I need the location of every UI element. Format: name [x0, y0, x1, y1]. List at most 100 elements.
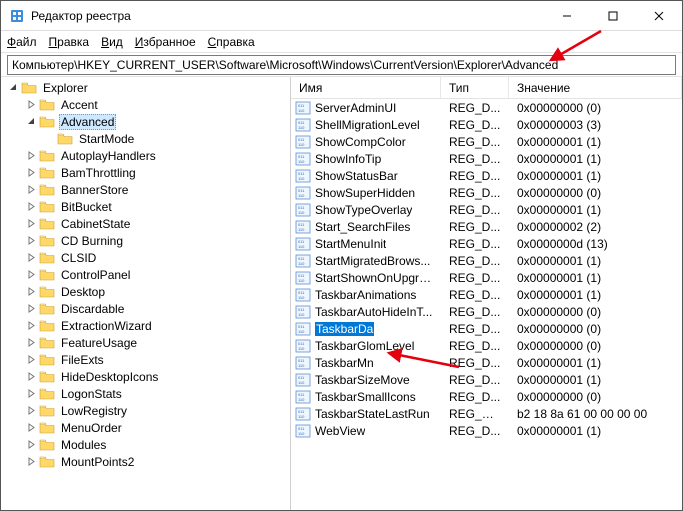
chevron-right-icon[interactable] — [26, 457, 36, 467]
tree-item[interactable]: Modules — [1, 436, 290, 453]
folder-icon — [39, 455, 55, 469]
minimize-button[interactable] — [544, 1, 590, 30]
menu-view[interactable]: Вид — [101, 35, 123, 49]
tree-item[interactable]: Explorer — [1, 79, 290, 96]
chevron-right-icon[interactable] — [26, 321, 36, 331]
tree-item[interactable]: ExtractionWizard — [1, 317, 290, 334]
chevron-right-icon[interactable] — [26, 372, 36, 382]
tree-item[interactable]: FeatureUsage — [1, 334, 290, 351]
value-type: REG_D... — [441, 390, 509, 404]
menu-favorites[interactable]: Избранное — [135, 35, 196, 49]
value-row[interactable]: 011110TaskbarSmallIconsREG_D...0x0000000… — [291, 388, 682, 405]
chevron-right-icon[interactable] — [44, 134, 54, 144]
tree-item[interactable]: Accent — [1, 96, 290, 113]
tree-item[interactable]: MountPoints2 — [1, 453, 290, 470]
chevron-right-icon[interactable] — [26, 406, 36, 416]
dword-icon: 011110 — [295, 118, 311, 132]
value-name: TaskbarAutoHideInT... — [315, 305, 432, 319]
value-row[interactable]: 011110TaskbarGlomLevelREG_D...0x00000000… — [291, 337, 682, 354]
value-row[interactable]: 011110StartShownOnUpgra...REG_D...0x0000… — [291, 269, 682, 286]
value-name: TaskbarDa — [315, 322, 374, 336]
value-row[interactable]: 011110TaskbarStateLastRunREG_BI...b2 18 … — [291, 405, 682, 422]
menu-help[interactable]: Справка — [208, 35, 255, 49]
column-value[interactable]: Значение — [509, 77, 682, 98]
tree-item[interactable]: MenuOrder — [1, 419, 290, 436]
value-row[interactable]: 011110ShellMigrationLevelREG_D...0x00000… — [291, 116, 682, 133]
value-row[interactable]: 011110ShowCompColorREG_D...0x00000001 (1… — [291, 133, 682, 150]
dword-icon: 011110 — [295, 152, 311, 166]
chevron-right-icon[interactable] — [26, 338, 36, 348]
chevron-right-icon[interactable] — [26, 219, 36, 229]
tree-item[interactable]: FileExts — [1, 351, 290, 368]
address-input[interactable] — [7, 55, 676, 75]
chevron-right-icon[interactable] — [26, 253, 36, 263]
value-row[interactable]: 011110TaskbarDaREG_D...0x00000000 (0) — [291, 320, 682, 337]
chevron-right-icon[interactable] — [26, 389, 36, 399]
list-panel[interactable]: Имя Тип Значение 011110ServerAdminUIREG_… — [291, 77, 682, 510]
maximize-button[interactable] — [590, 1, 636, 30]
value-row[interactable]: 011110ShowInfoTipREG_D...0x00000001 (1) — [291, 150, 682, 167]
folder-icon — [39, 370, 55, 384]
menu-file[interactable]: Файл — [7, 35, 37, 49]
tree-item-label: Advanced — [59, 114, 116, 130]
column-type[interactable]: Тип — [441, 77, 509, 98]
chevron-right-icon[interactable] — [26, 236, 36, 246]
tree-panel[interactable]: ExplorerAccentAdvancedStartModeAutoplayH… — [1, 77, 291, 510]
chevron-right-icon[interactable] — [26, 100, 36, 110]
value-name: StartMigratedBrows... — [315, 254, 430, 268]
tree-item[interactable]: Desktop — [1, 283, 290, 300]
dword-icon: 011110 — [295, 169, 311, 183]
value-row[interactable]: 011110StartMenuInitREG_D...0x0000000d (1… — [291, 235, 682, 252]
tree-item-label: MenuOrder — [59, 421, 124, 435]
value-row[interactable]: 011110StartMigratedBrows...REG_D...0x000… — [291, 252, 682, 269]
chevron-right-icon[interactable] — [26, 168, 36, 178]
close-button[interactable] — [636, 1, 682, 30]
tree-item[interactable]: LowRegistry — [1, 402, 290, 419]
svg-text:110: 110 — [298, 397, 305, 402]
value-row[interactable]: 011110TaskbarMnREG_D...0x00000001 (1) — [291, 354, 682, 371]
tree-item[interactable]: Advanced — [1, 113, 290, 130]
chevron-right-icon[interactable] — [26, 185, 36, 195]
value-row[interactable]: 011110WebViewREG_D...0x00000001 (1) — [291, 422, 682, 439]
chevron-right-icon[interactable] — [26, 440, 36, 450]
value-row[interactable]: 011110TaskbarAutoHideInT...REG_D...0x000… — [291, 303, 682, 320]
chevron-down-icon[interactable] — [8, 83, 18, 93]
tree-item[interactable]: AutoplayHandlers — [1, 147, 290, 164]
tree-item[interactable]: CLSID — [1, 249, 290, 266]
dword-icon: 011110 — [295, 390, 311, 404]
chevron-right-icon[interactable] — [26, 202, 36, 212]
value-row[interactable]: 011110ServerAdminUIREG_D...0x00000000 (0… — [291, 99, 682, 116]
value-row[interactable]: 011110Start_SearchFilesREG_D...0x0000000… — [291, 218, 682, 235]
tree-item[interactable]: BitBucket — [1, 198, 290, 215]
chevron-right-icon[interactable] — [26, 355, 36, 365]
value-row[interactable]: 011110ShowStatusBarREG_D...0x00000001 (1… — [291, 167, 682, 184]
chevron-down-icon[interactable] — [26, 117, 36, 127]
tree-item[interactable]: Discardable — [1, 300, 290, 317]
svg-text:110: 110 — [298, 227, 305, 232]
chevron-right-icon[interactable] — [26, 423, 36, 433]
value-type: REG_D... — [441, 203, 509, 217]
tree-item[interactable]: StartMode — [1, 130, 290, 147]
value-row[interactable]: 011110TaskbarSizeMoveREG_D...0x00000001 … — [291, 371, 682, 388]
dword-icon: 011110 — [295, 203, 311, 217]
tree-item[interactable]: CD Burning — [1, 232, 290, 249]
tree-item[interactable]: ControlPanel — [1, 266, 290, 283]
chevron-right-icon[interactable] — [26, 304, 36, 314]
chevron-right-icon[interactable] — [26, 151, 36, 161]
tree-item-label: MountPoints2 — [59, 455, 136, 469]
window-controls — [544, 1, 682, 30]
tree-item[interactable]: BamThrottling — [1, 164, 290, 181]
column-name[interactable]: Имя — [291, 77, 441, 98]
value-row[interactable]: 011110ShowTypeOverlayREG_D...0x00000001 … — [291, 201, 682, 218]
value-row[interactable]: 011110ShowSuperHiddenREG_D...0x00000000 … — [291, 184, 682, 201]
chevron-right-icon[interactable] — [26, 287, 36, 297]
chevron-right-icon[interactable] — [26, 270, 36, 280]
value-row[interactable]: 011110TaskbarAnimationsREG_D...0x0000000… — [291, 286, 682, 303]
value-data: 0x00000001 (1) — [509, 288, 682, 302]
menu-edit[interactable]: Правка — [49, 35, 90, 49]
tree-item[interactable]: LogonStats — [1, 385, 290, 402]
tree-item[interactable]: HideDesktopIcons — [1, 368, 290, 385]
tree-item[interactable]: CabinetState — [1, 215, 290, 232]
value-type: REG_D... — [441, 152, 509, 166]
tree-item[interactable]: BannerStore — [1, 181, 290, 198]
